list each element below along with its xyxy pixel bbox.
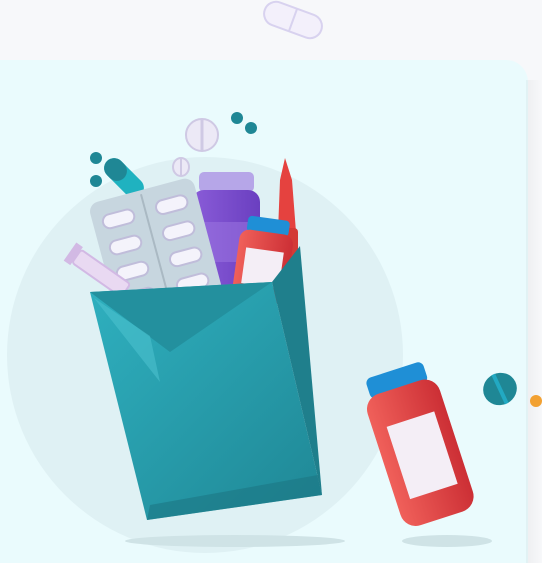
capsule-top (263, 0, 323, 40)
medicine-illustration (7, 0, 542, 553)
dot-icon (90, 175, 102, 187)
round-tablet (185, 118, 219, 152)
dot-icon (530, 395, 542, 407)
small-tablet (172, 157, 190, 177)
bottle-shadow (402, 535, 492, 547)
dot-icon (245, 122, 257, 134)
tablet-blue (483, 372, 517, 406)
dot-icon (90, 152, 102, 164)
dot-icon (231, 112, 243, 124)
bag-shadow (125, 535, 345, 547)
